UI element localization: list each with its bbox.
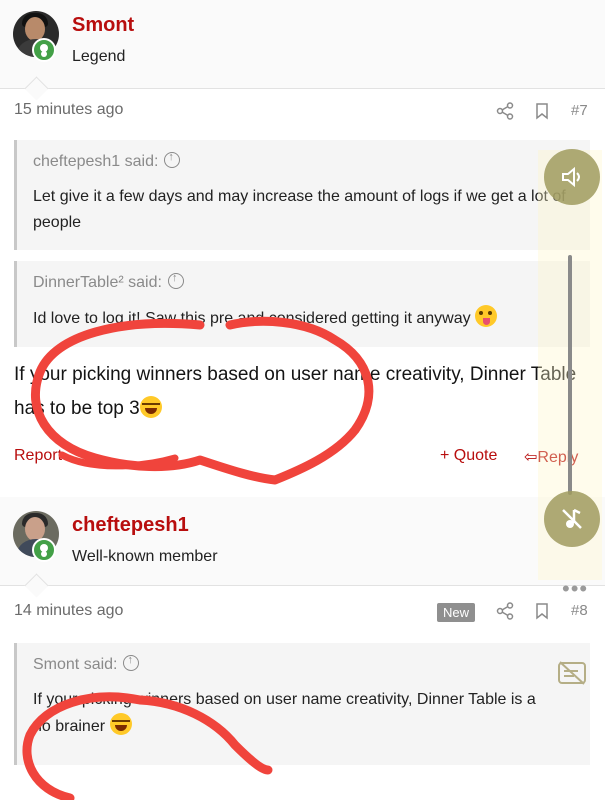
post-message-text: If your picking winners based on user na… xyxy=(14,364,577,419)
laughing-emoji-icon xyxy=(139,396,162,418)
share-icon[interactable] xyxy=(496,602,514,620)
post-7-user-header: Smont Legend xyxy=(0,0,605,101)
new-badge: New xyxy=(437,603,476,622)
quote-attribution[interactable]: cheftepesh1 said: xyxy=(33,140,574,184)
bookmark-icon[interactable] xyxy=(533,102,551,120)
report-link[interactable]: Report xyxy=(14,447,62,465)
more-dots-icon[interactable]: ••• xyxy=(562,576,588,602)
jump-to-quote-icon[interactable] xyxy=(167,272,184,289)
online-status-icon xyxy=(32,538,56,562)
post-time[interactable]: 15 minutes ago xyxy=(14,101,123,119)
volume-icon xyxy=(562,166,580,188)
bookmark-icon[interactable] xyxy=(533,602,551,620)
reply-icon: ⇦ xyxy=(524,449,538,466)
quote-text: If your picking winners based on user na… xyxy=(33,687,574,748)
quote-button[interactable]: + Quote xyxy=(440,447,497,465)
header-pointer xyxy=(24,573,49,598)
quote-attribution[interactable]: Smont said: xyxy=(33,643,574,687)
post-time[interactable]: 14 minutes ago xyxy=(14,602,123,620)
username[interactable]: cheftepesh1 xyxy=(72,514,189,537)
post-number[interactable]: #8 xyxy=(571,602,588,619)
quote-attribution[interactable]: DinnerTable² said: xyxy=(33,261,574,305)
post-number[interactable]: #7 xyxy=(571,102,588,119)
username[interactable]: Smont xyxy=(72,14,134,37)
quote-author[interactable]: cheftepesh1 said: xyxy=(33,153,158,170)
subtitles-off-icon[interactable] xyxy=(557,660,587,686)
laughing-emoji-icon xyxy=(109,713,132,735)
quote-text-content: Id love to log it! Saw this pre and cons… xyxy=(33,310,471,327)
quote-block: cheftepesh1 said: Let give it a few days… xyxy=(14,140,590,250)
quote-block: DinnerTable² said: Id love to log it! Sa… xyxy=(14,261,590,347)
volume-button[interactable] xyxy=(544,149,600,205)
music-off-button[interactable] xyxy=(544,491,600,547)
quote-author[interactable]: DinnerTable² said: xyxy=(33,274,162,291)
user-title: Legend xyxy=(72,48,126,65)
online-status-icon xyxy=(32,38,56,62)
jump-to-quote-icon[interactable] xyxy=(123,654,140,671)
post-8-user-header: cheftepesh1 Well-known member xyxy=(0,497,605,598)
quote-text: Id love to log it! Saw this pre and cons… xyxy=(33,305,574,340)
scrollbar-thumb[interactable] xyxy=(568,255,572,495)
share-icon[interactable] xyxy=(496,102,514,120)
user-title: Well-known member xyxy=(72,548,218,565)
jump-to-quote-icon[interactable] xyxy=(164,151,181,168)
quote-author[interactable]: Smont said: xyxy=(33,656,117,673)
music-off-icon xyxy=(562,508,582,529)
quote-text: Let give it a few days and may increase … xyxy=(33,188,566,231)
quote-text-content: If your picking winners based on user na… xyxy=(33,691,536,735)
post-message: If your picking winners based on user na… xyxy=(14,358,584,426)
tongue-emoji-icon xyxy=(475,305,498,327)
quote-block: Smont said: If your picking winners base… xyxy=(14,643,590,765)
header-pointer xyxy=(24,76,49,101)
